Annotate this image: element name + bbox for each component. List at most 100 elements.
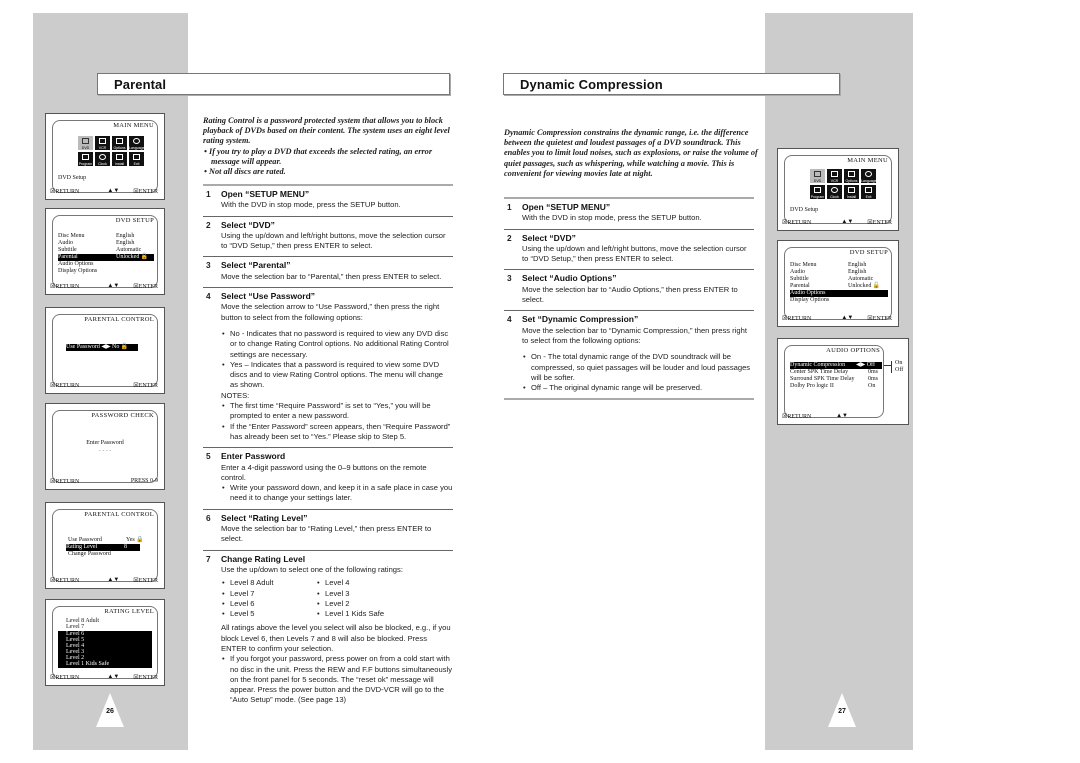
menu-row[interactable]: Change Password (68, 551, 140, 558)
language-icon[interactable]: Language (861, 169, 877, 183)
enter-hint: ☒ENTER (133, 383, 158, 389)
clock-icon[interactable]: Clock (95, 152, 110, 166)
vcr-icon[interactable]: VCR (827, 169, 842, 183)
exit-icon[interactable]: Exit (129, 152, 144, 166)
note-bullet: If the “Enter Password” screen appears, … (221, 422, 453, 443)
step: 3 Select “Audio Options” Move the select… (504, 269, 754, 310)
step: 1 Open “SETUP MENU” With the DVD in stop… (504, 197, 754, 229)
menu-row[interactable]: Audio English (790, 269, 888, 276)
return-hint: ☒RETURN (50, 383, 80, 389)
option-bullet: Yes – Indicates that a password is requi… (221, 360, 453, 391)
rating-row[interactable]: Level 7 (66, 624, 154, 630)
parental-steps: 1 Open “SETUP MENU” With the DVD in stop… (203, 184, 453, 706)
menu-row[interactable]: Display Options (58, 268, 154, 275)
audio-options-screen: AUDIO OPTIONS Dynamic Compression ◀▶ Off … (777, 338, 909, 425)
option-bullet: No - Indicates that no password is requi… (221, 329, 453, 360)
step: 2 Select “DVD” Using the up/down and lef… (504, 228, 754, 270)
dvd-setup-screen: DVD SETUP Disc Menu English Audio English … (45, 208, 165, 295)
menu-row[interactable]: Dolby Pro logic II On (790, 383, 882, 390)
screen-title: MAIN MENU (113, 122, 154, 129)
rating-row[interactable]: Level 1 Kids Safe (66, 661, 154, 667)
menu-row[interactable]: Disc Menu English (58, 233, 154, 240)
screen-footer: ☒RETURN PRESS 0-9 (50, 478, 158, 485)
option-bullet: Off – The original dynamic range will be… (522, 383, 754, 394)
options-icon[interactable]: Options (844, 169, 859, 183)
screen-title: PASSWORD CHECK (91, 412, 154, 419)
menu-row-selected[interactable]: Dynamic Compression ◀▶ Off (790, 362, 882, 369)
dynamic-compression-intro: Dynamic Compression constrains the dynam… (504, 128, 758, 178)
screen-footer: ☒RETURN ▲▼ ☒ENTER (782, 219, 892, 226)
dvd-icon[interactable]: DVD (810, 169, 825, 183)
menu-row[interactable]: Disc Menu English (790, 262, 888, 269)
menu-row[interactable]: Use Password Yes 🔒 (68, 537, 144, 544)
updown-hint: ▲▼ (836, 413, 848, 419)
screen-footer: ☒RETURN ☒ENTER (50, 382, 158, 389)
dynamic-compression-steps: 1 Open “SETUP MENU” With the DVD in stop… (504, 197, 754, 401)
install-icon[interactable]: Install (844, 185, 859, 199)
rating-level-screen: RATING LEVEL Level 8 Adult Level 7 Level… (45, 599, 165, 686)
enter-hint: ☒ENTER (133, 189, 158, 195)
menu-row[interactable]: Subtitle Automatic (790, 276, 888, 283)
enter-hint: ☒ENTER (867, 316, 892, 322)
side-options: On Off (895, 360, 904, 373)
return-hint: ☒RETURN (782, 316, 812, 322)
dvd-setup-screen-right: DVD SETUP Disc Menu English Audio English … (777, 240, 899, 327)
program-icon[interactable]: Program (78, 152, 93, 166)
screen-footer: ☒RETURN ▲▼ ☒ENTER (50, 577, 158, 584)
step: 2 Select “DVD” Using the up/down and lef… (203, 215, 453, 257)
intro-bullet: • If you try to play a DVD that exceeds … (204, 146, 433, 166)
option-bullet: On - The total dynamic range of the DVD … (522, 352, 754, 383)
exit-icon[interactable]: Exit (861, 185, 876, 199)
screen-title: AUDIO OPTIONS (826, 347, 880, 354)
updown-hint: ▲▼ (107, 188, 120, 194)
menu-row[interactable]: Parental Unlocked 🔓 (790, 283, 888, 290)
section-title-parental: Parental (97, 73, 450, 95)
menu-row[interactable]: Center SPK Time Delay 0ms (790, 369, 882, 376)
use-password-row[interactable]: Use Password ◀▶ No 🔓 (66, 344, 138, 351)
clock-icon[interactable]: Clock (827, 185, 842, 199)
vcr-icon[interactable]: VCR (95, 136, 110, 150)
screen-footer: ☒RETURN ▲▼ ☒ENTER (50, 674, 158, 681)
menu-row[interactable]: Audio English (58, 240, 154, 247)
enter-hint: ☒ENTER (133, 578, 158, 584)
menu-row-selected[interactable]: Rating Level 8 (66, 544, 140, 551)
return-hint: ☒RETURN (50, 675, 80, 681)
screen-footer: ☒RETURN ▲▼ ☒ENTER (50, 188, 158, 195)
options-icon[interactable]: Options (112, 136, 127, 150)
intro-bullet: • Not all discs are rated. (204, 167, 286, 177)
press-digits-hint: PRESS 0-9 (130, 478, 158, 484)
menu-row-selected[interactable]: Parental Unlocked 🔓 (58, 254, 154, 261)
screen-title: PARENTAL CONTROL (84, 316, 154, 323)
tip-bullet: Write your password down, and keep it in… (221, 483, 453, 504)
screen-title: DVD SETUP (115, 217, 154, 224)
updown-hint: ▲▼ (107, 577, 120, 583)
return-hint: ☒RETURN (782, 414, 812, 420)
enter-hint: ☒ENTER (133, 284, 158, 290)
divider (504, 398, 754, 401)
section-title-dynamic-compression: Dynamic Compression (503, 73, 840, 95)
menu-row[interactable]: Display Options (790, 297, 888, 304)
screen-title: RATING LEVEL (104, 608, 154, 615)
menu-row[interactable]: Subtitle Automatic (58, 247, 154, 254)
enter-hint: ☒ENTER (133, 675, 158, 681)
menu-row-selected[interactable]: Audio Options (790, 290, 888, 297)
enter-hint: ☒ENTER (867, 220, 892, 226)
menu-row[interactable]: Surround SPK Time Delay 0ms (790, 376, 882, 383)
parental-title: Parental (114, 77, 167, 92)
screen-footer: ☒RETURN ▲▼ ☒ENTER (50, 283, 158, 290)
return-hint: ☒RETURN (50, 578, 80, 584)
updown-hint: ▲▼ (841, 219, 854, 225)
language-icon[interactable]: Language (129, 136, 145, 150)
program-icon[interactable]: Program (810, 185, 825, 199)
main-menu-screen: MAIN MENU DVD VCR Options Language Progr… (45, 113, 165, 200)
selected-menu-label: DVD Setup (790, 207, 819, 213)
password-input[interactable]: - - - - (46, 448, 164, 455)
menu-row[interactable]: Audio Options (58, 261, 154, 268)
dvd-icon[interactable]: DVD (78, 136, 93, 150)
install-icon[interactable]: Install (112, 152, 127, 166)
updown-hint: ▲▼ (841, 315, 854, 321)
dynamic-compression-title: Dynamic Compression (520, 77, 663, 92)
screen-title: DVD SETUP (849, 249, 888, 256)
password-check-screen: PASSWORD CHECK Enter Password - - - - ☒R… (45, 403, 165, 490)
parental-intro: Rating Control is a password protected s… (203, 116, 453, 177)
